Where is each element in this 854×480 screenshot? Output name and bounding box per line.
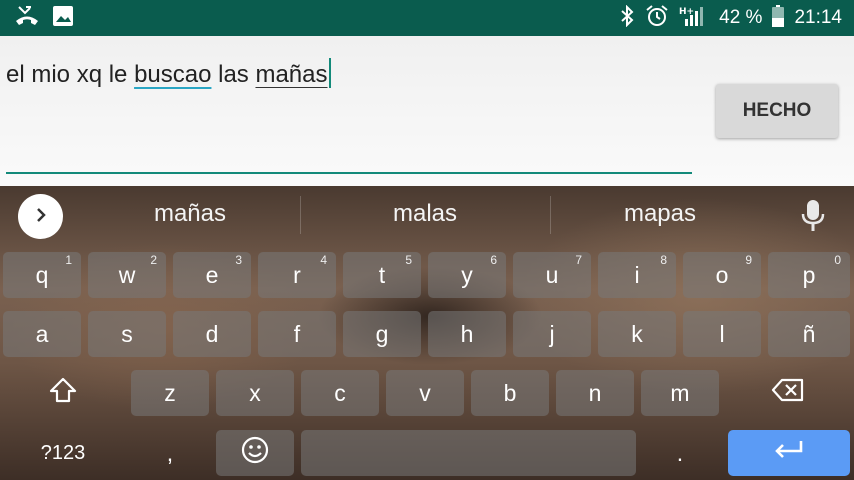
text-cursor (328, 58, 331, 88)
emoji-icon (240, 435, 270, 471)
misspelled-word[interactable]: buscao (134, 61, 211, 88)
mic-icon[interactable] (798, 198, 828, 234)
key-h[interactable]: h (428, 311, 506, 357)
symbols-key[interactable]: ?123 (3, 430, 123, 476)
key-z[interactable]: z (131, 370, 209, 416)
composing-word[interactable]: mañas (255, 61, 327, 88)
clock: 21:14 (794, 7, 842, 28)
keyboard: mañas malas mapas q1 w2 e3 r4 t5 y6 u7 i… (0, 186, 854, 480)
key-c[interactable]: c (301, 370, 379, 416)
key-a[interactable]: a (3, 311, 81, 357)
image-icon (52, 5, 74, 31)
text-segment: las (211, 61, 256, 88)
key-g[interactable]: g (343, 311, 421, 357)
key-hint: 1 (65, 253, 72, 267)
key-label: u (545, 261, 559, 288)
emoji-key[interactable] (216, 430, 294, 476)
battery-percent: 42 % (719, 7, 763, 28)
backspace-key[interactable] (728, 370, 848, 416)
key-d[interactable]: d (173, 311, 251, 357)
key-o[interactable]: o9 (683, 252, 761, 298)
key-k[interactable]: k (598, 311, 676, 357)
key-label: p (802, 261, 816, 288)
key-r[interactable]: r4 (258, 252, 336, 298)
key-b[interactable]: b (471, 370, 549, 416)
suggestion-1[interactable]: mañas (110, 200, 270, 228)
key-f[interactable]: f (258, 311, 336, 357)
battery-icon (772, 5, 785, 31)
key-label: t (378, 261, 386, 288)
key-u[interactable]: u7 (513, 252, 591, 298)
key-hint: 2 (150, 253, 157, 267)
key-x[interactable]: x (216, 370, 294, 416)
key-s[interactable]: s (88, 311, 166, 357)
shift-key[interactable] (3, 370, 123, 416)
key-label: e (205, 261, 219, 288)
space-key[interactable] (301, 430, 636, 476)
suggestion-divider (550, 196, 551, 234)
text-edit-area[interactable]: el mio xq le buscao las mañas HECHO (0, 36, 854, 186)
key-m[interactable]: m (641, 370, 719, 416)
key-label: o (715, 261, 729, 288)
suggestion-divider (300, 196, 301, 234)
key-label: q (35, 261, 49, 288)
expand-suggestions-button[interactable] (18, 194, 63, 239)
key-label: i (634, 261, 640, 288)
text-segment: el mio xq le (6, 61, 135, 88)
enter-key[interactable] (728, 430, 850, 476)
enter-icon (772, 438, 806, 468)
shift-icon (48, 376, 78, 410)
key-w[interactable]: w2 (88, 252, 166, 298)
suggestion-strip: mañas malas mapas (0, 186, 854, 246)
key-hint: 0 (834, 253, 841, 267)
key-q[interactable]: q1 (3, 252, 81, 298)
key-i[interactable]: i8 (598, 252, 676, 298)
key-v[interactable]: v (386, 370, 464, 416)
key-j[interactable]: j (513, 311, 591, 357)
key-e[interactable]: e3 (173, 252, 251, 298)
bluetooth-icon (619, 4, 635, 31)
chevron-right-icon (33, 206, 49, 227)
done-button[interactable]: HECHO (716, 84, 838, 138)
key-hint: 4 (320, 253, 327, 267)
suggestion-2[interactable]: malas (345, 200, 505, 228)
alarm-icon (645, 4, 669, 32)
key-hint: 8 (660, 253, 667, 267)
key-y[interactable]: y6 (428, 252, 506, 298)
signal-hplus-icon: H+ (679, 5, 709, 31)
key-hint: 3 (235, 253, 242, 267)
period-key[interactable]: . (641, 430, 719, 476)
key-label: w (118, 261, 136, 288)
key-l[interactable]: l (683, 311, 761, 357)
input-underline (6, 172, 692, 174)
status-bar: H+ 42 % 21:14 (0, 0, 854, 36)
key-enye[interactable]: ñ (768, 311, 850, 357)
key-t[interactable]: t5 (343, 252, 421, 298)
missed-call-icon (14, 5, 40, 31)
backspace-icon (771, 378, 805, 408)
suggestion-3[interactable]: mapas (580, 200, 740, 228)
key-n[interactable]: n (556, 370, 634, 416)
key-hint: 9 (745, 253, 752, 267)
key-hint: 5 (405, 253, 412, 267)
key-label: r (293, 261, 301, 288)
text-input[interactable]: el mio xq le buscao las mañas (6, 58, 331, 89)
key-hint: 7 (575, 253, 582, 267)
comma-key[interactable]: , (131, 430, 209, 476)
key-hint: 6 (490, 253, 497, 267)
key-p[interactable]: p0 (768, 252, 850, 298)
key-label: y (461, 261, 473, 288)
